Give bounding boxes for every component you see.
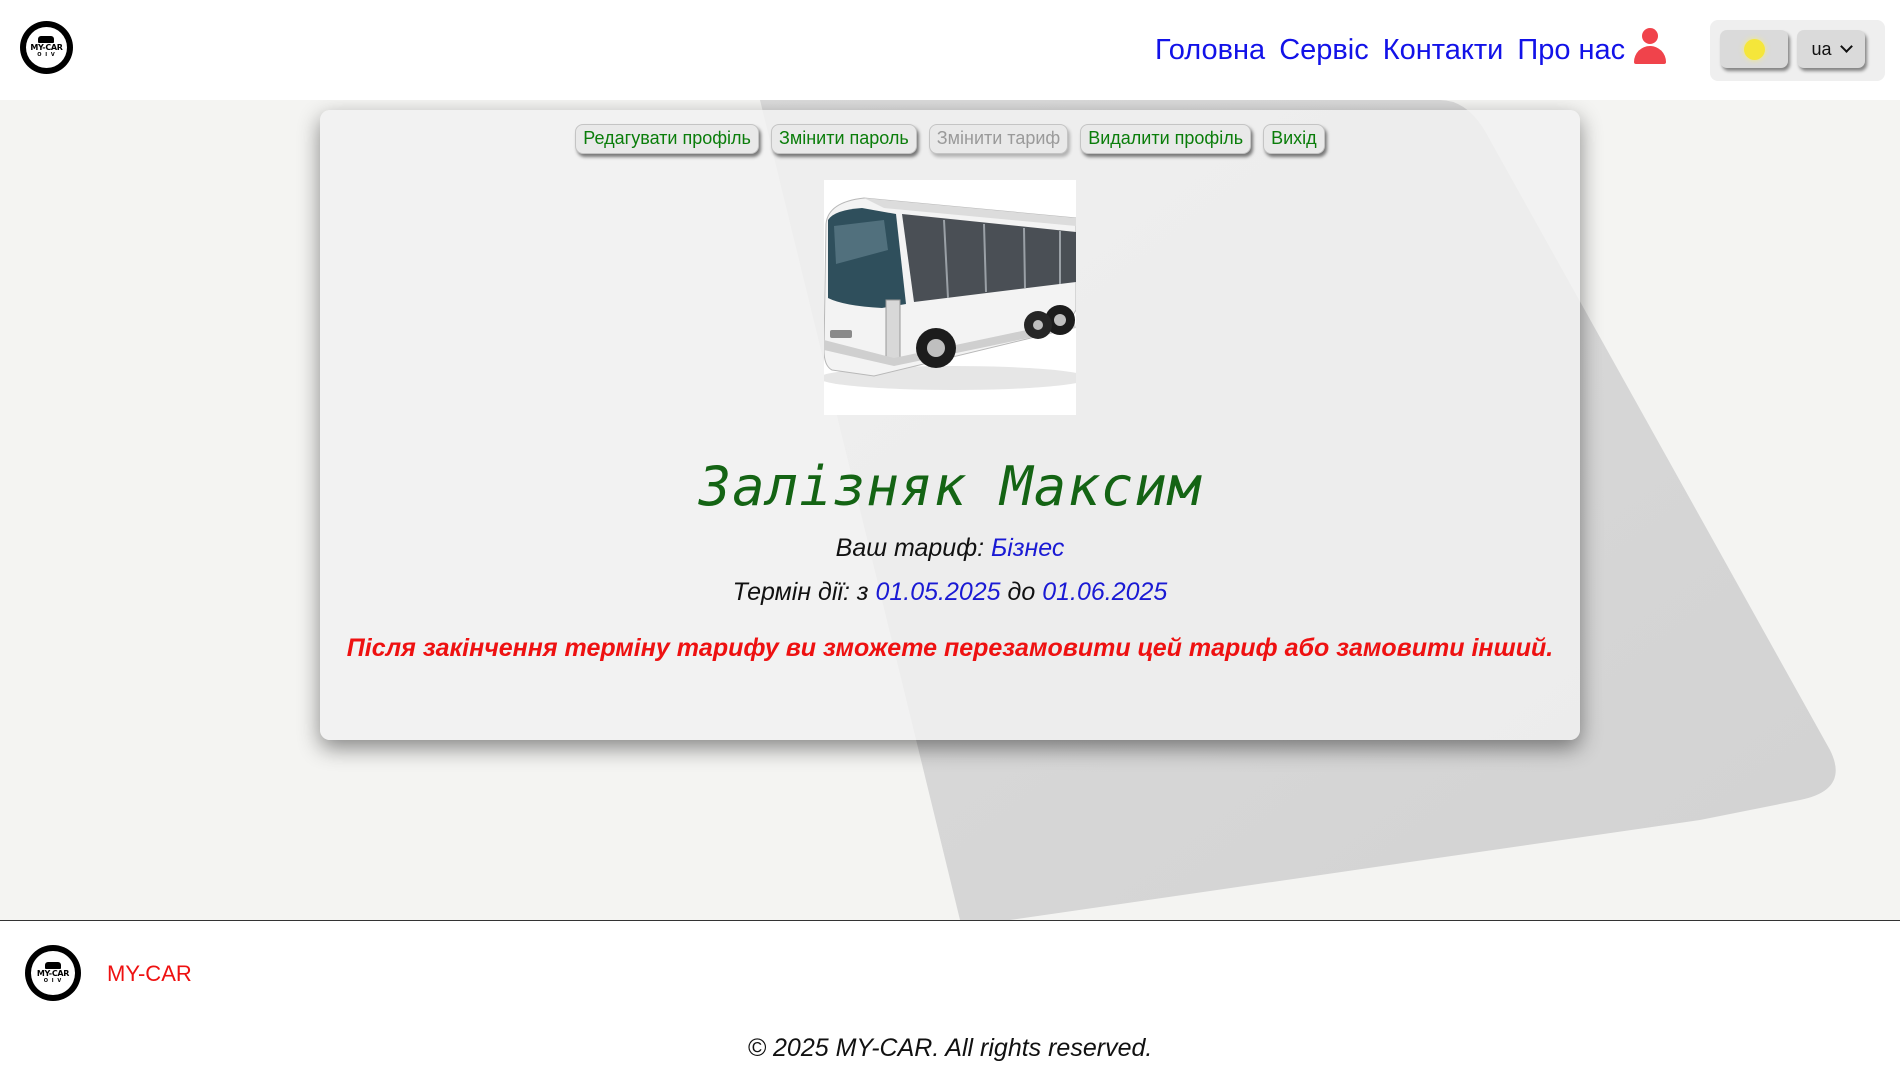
car-icon xyxy=(38,36,55,44)
delete-profile-button[interactable]: Видалити профіль xyxy=(1080,124,1252,154)
term-line: Термін дії: з 01.05.2025 до 01.06.2025 xyxy=(320,578,1580,607)
user-icon[interactable] xyxy=(1630,28,1670,66)
language-select[interactable]: ua xyxy=(1797,30,1865,68)
profile-card: Редагувати профіль Змінити пароль Змінит… xyxy=(320,110,1580,740)
nav-link-service[interactable]: Сервіс xyxy=(1279,34,1369,67)
tariff-value: Бізнес xyxy=(991,534,1065,562)
change-password-button[interactable]: Змінити пароль xyxy=(770,124,917,154)
term-from: 01.05.2025 xyxy=(875,578,1001,606)
edit-profile-button[interactable]: Редагувати профіль xyxy=(575,124,759,154)
profile-photo xyxy=(824,180,1076,415)
profile-name: Залізняк Максим xyxy=(698,455,1202,518)
term-to: 01.06.2025 xyxy=(1042,578,1168,606)
term-label: Термін дії: з xyxy=(732,578,869,606)
profile-toolbar: Редагувати профіль Змінити пароль Змінит… xyxy=(320,124,1580,154)
chevron-down-icon xyxy=(1839,40,1853,53)
term-to-label: до xyxy=(1007,578,1036,606)
logout-button[interactable]: Вихід xyxy=(1263,124,1325,154)
car-icon xyxy=(44,961,61,969)
sun-icon xyxy=(1744,39,1765,60)
tariff-warning: Після закінчення терміну тарифу ви зможе… xyxy=(346,634,1554,662)
site-logo[interactable]: MY-CAR O I V xyxy=(20,21,73,74)
nav-link-home[interactable]: Головна xyxy=(1155,34,1265,67)
site-footer: MY-CAR O I V MY-CAR © 2025 MY-CAR. All r… xyxy=(0,920,1900,1080)
theme-toggle-button[interactable] xyxy=(1720,30,1788,68)
main-nav: Головна Сервіс Контакти Про нас xyxy=(1155,34,1625,67)
site-header: MY-CAR O I V Головна Сервіс Контакти Про… xyxy=(0,0,1900,100)
tariff-label: Ваш тариф: xyxy=(835,534,985,562)
header-controls: ua xyxy=(1710,20,1885,81)
nav-link-about[interactable]: Про нас xyxy=(1517,34,1625,67)
footer-brand: MY-CAR xyxy=(107,961,192,986)
change-tariff-button: Змінити тариф xyxy=(928,124,1069,154)
footer-logo[interactable]: MY-CAR O I V xyxy=(25,945,81,1001)
main-content: Редагувати профіль Змінити пароль Змінит… xyxy=(0,100,1900,920)
nav-link-contacts[interactable]: Контакти xyxy=(1383,34,1504,67)
bus-image xyxy=(824,197,1076,390)
copyright: © 2025 MY-CAR. All rights reserved. xyxy=(747,1034,1153,1062)
tariff-line: Ваш тариф: Бізнес xyxy=(320,534,1580,563)
language-selected: ua xyxy=(1811,38,1832,59)
